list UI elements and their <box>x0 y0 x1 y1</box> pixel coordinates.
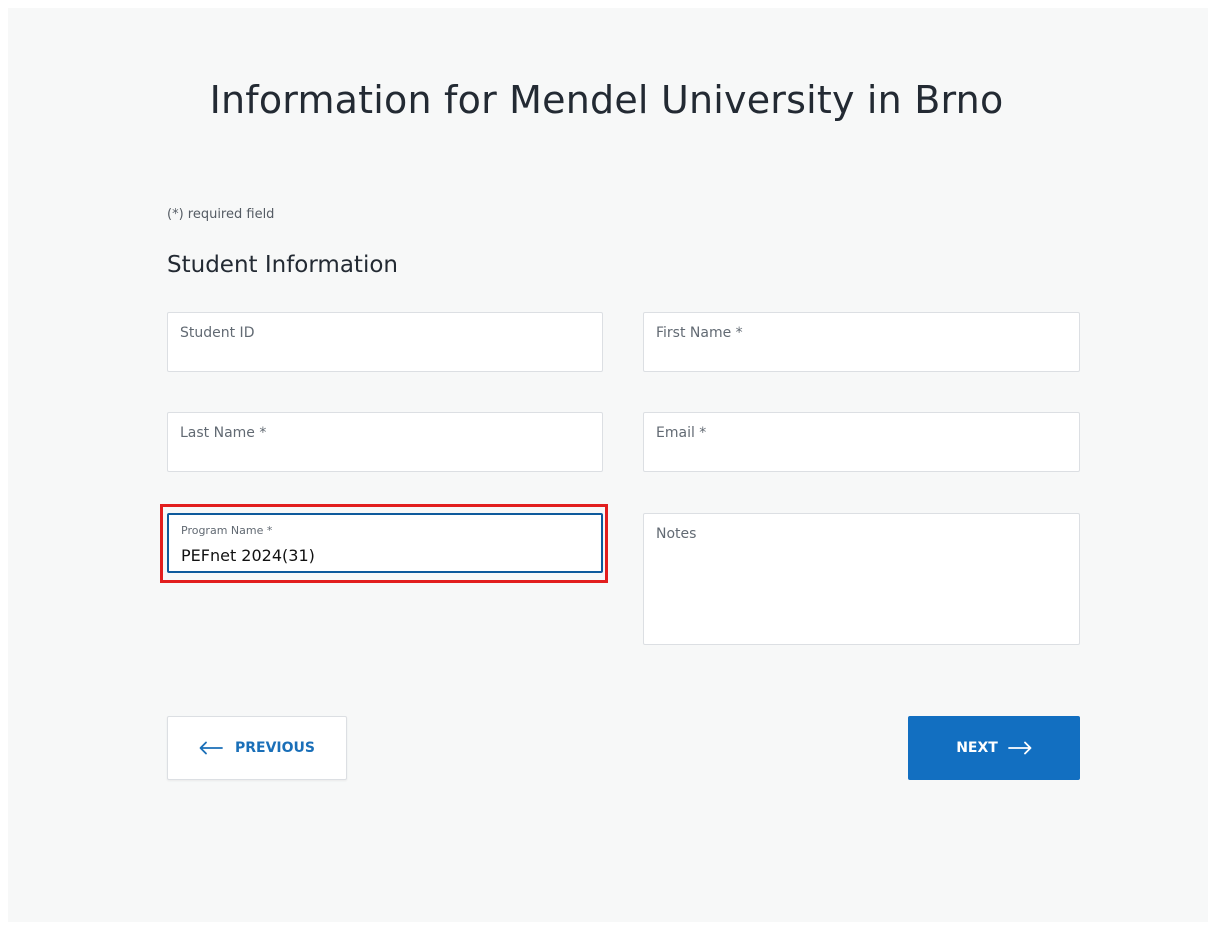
first-name-field[interactable]: First Name * <box>643 312 1080 372</box>
student-id-label: Student ID <box>180 325 255 341</box>
first-name-input[interactable] <box>656 343 1067 365</box>
first-name-label: First Name * <box>656 325 743 341</box>
required-field-note: (*) required field <box>167 207 275 222</box>
notes-label: Notes <box>656 526 697 542</box>
section-title: Student Information <box>167 252 398 278</box>
program-name-label: Program Name * <box>181 524 273 537</box>
last-name-label: Last Name * <box>180 425 267 441</box>
student-id-field[interactable]: Student ID <box>167 312 603 372</box>
program-name-field[interactable]: Program Name * <box>167 513 603 573</box>
student-id-input[interactable] <box>180 343 590 365</box>
email-label: Email * <box>656 425 707 441</box>
email-input[interactable] <box>656 443 1067 465</box>
next-button[interactable]: NEXT <box>908 716 1080 780</box>
last-name-input[interactable] <box>180 443 590 465</box>
last-name-field[interactable]: Last Name * <box>167 412 603 472</box>
program-name-input[interactable] <box>181 544 589 566</box>
arrow-left-icon <box>199 741 223 755</box>
previous-button-label: PREVIOUS <box>234 740 315 756</box>
previous-button[interactable]: PREVIOUS <box>167 716 347 780</box>
notes-textarea[interactable] <box>656 550 1067 636</box>
arrow-right-icon <box>1007 741 1032 755</box>
email-field[interactable]: Email * <box>643 412 1080 472</box>
page-title: Information for Mendel University in Brn… <box>209 78 1004 122</box>
next-button-label: NEXT <box>956 740 998 756</box>
notes-field[interactable]: Notes <box>643 513 1080 645</box>
